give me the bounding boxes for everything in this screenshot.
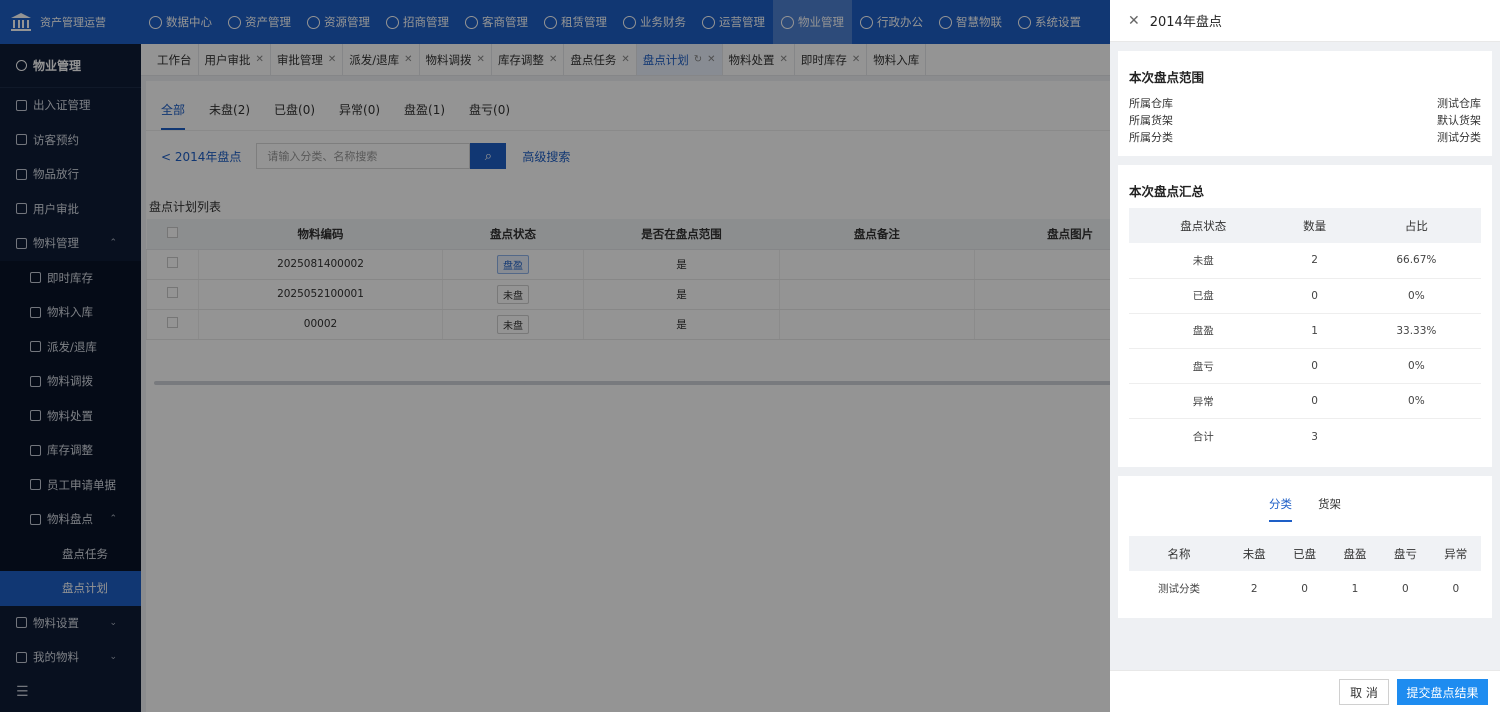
scope-key: 所属货架 [1129,114,1173,127]
summary-row: 未盘 2 66.67% [1129,243,1481,279]
summary-row: 盘亏 0 0% [1129,348,1481,385]
summary-column-header: 占比 [1351,208,1481,243]
breakdown-tabs: 分类 货架 [1118,496,1492,522]
summary-cell: 0% [1351,348,1481,385]
scope-title: 本次盘点范围 [1129,70,1205,85]
submit-result-button[interactable]: 提交盘点结果 [1397,679,1488,705]
summary-table: 盘点状态 数量 占比 未盘 2 66.67% 已盘 0 0% 盘盈 1 33.33% 盘亏 0 0% 异常 0 0… [1129,208,1481,454]
summary-column-header: 数量 [1277,208,1352,243]
breakdown-cell: 2 [1250,582,1258,595]
summary-card: 本次盘点汇总 盘点状态 数量 占比 未盘 2 66.67% 已盘 0 0% 盘盈 1 33.33% 盘亏… [1118,165,1492,467]
summary-cell: 33.33% [1351,313,1481,350]
summary-cell: 66.67% [1351,243,1481,279]
breakdown-cell: 0 [1402,582,1409,595]
breakdown-table: 名称 未盘 已盘 盘盈 盘亏 异常测试分类 2 0 1 0 0 [1129,536,1481,606]
scope-row: 所属仓库 测试仓库 [1129,95,1481,111]
detail-drawer: ✕ 2014年盘点 本次盘点范围 所属仓库 测试仓库 所属货架 默认货架 所属分类 测试分… [1110,0,1500,712]
summary-row: 异常 0 0% [1129,383,1481,420]
summary-cell: 0 [1277,348,1352,385]
drawer-title: 2014年盘点 [1149,15,1222,30]
summary-cell: 异常 [1129,383,1278,420]
breakdown-tab[interactable]: 货架 [1318,496,1341,522]
breakdown-row: 测试分类 2 0 1 0 0 [1129,571,1481,606]
summary-cell: 未盘 [1129,243,1278,279]
breakdown-card: 分类 货架 名称 未盘 已盘 盘盈 盘亏 异常测试分类 2 0 1 0 0 [1118,476,1492,618]
scope-value: 测试分类 [1437,131,1481,144]
scope-value: 默认货架 [1437,114,1481,127]
summary-cell: 2 [1277,243,1352,279]
summary-row: 已盘 0 0% [1129,278,1481,314]
scope-value: 测试仓库 [1437,97,1481,110]
summary-cell: 0 [1277,383,1352,420]
breakdown-cell: 0 [1301,582,1308,595]
cancel-button[interactable]: 取 消 [1339,679,1389,705]
scope-key: 所属分类 [1129,131,1173,144]
summary-cell: 盘亏 [1129,348,1278,385]
summary-cell [1352,419,1481,454]
breakdown-column-header: 异常 [1430,536,1481,571]
modal-overlay[interactable] [0,0,1110,712]
summary-cell: 合计 [1192,431,1214,444]
breakdown-header-row: 名称 未盘 已盘 盘盈 盘亏 异常 [1129,536,1481,571]
breakdown-cell: 1 [1351,582,1359,595]
summary-cell: 3 [1311,430,1318,443]
breakdown-column-header: 未盘 [1229,536,1280,571]
summary-title: 本次盘点汇总 [1129,184,1205,199]
summary-row: 合计 3 [1129,419,1481,454]
breakdown-column-header: 盘盈 [1329,536,1381,571]
breakdown-column-header: 盘亏 [1380,536,1431,571]
summary-cell: 0% [1351,383,1481,420]
close-icon[interactable]: ✕ [1128,13,1140,29]
breakdown-column-header: 已盘 [1279,536,1330,571]
breakdown-tab[interactable]: 分类 [1269,496,1292,522]
breakdown-cell: 0 [1452,582,1460,595]
scope-card: 本次盘点范围 所属仓库 测试仓库所属货架 默认货架所属分类 测试分类 [1118,51,1492,156]
scope-row: 所属货架 默认货架 [1129,112,1481,128]
summary-column-header: 盘点状态 [1129,208,1278,243]
summary-cell: 0 [1277,278,1352,314]
scope-row: 所属分类 测试分类 [1129,129,1481,145]
summary-row: 盘盈 1 33.33% [1129,313,1481,350]
summary-header-row: 盘点状态 数量 占比 [1129,208,1481,243]
breakdown-column-header: 名称 [1129,536,1229,571]
summary-cell: 盘盈 [1129,313,1278,350]
breakdown-cell: 测试分类 [1158,583,1200,596]
drawer-footer: 取 消 提交盘点结果 [1110,670,1500,712]
summary-cell: 0% [1351,278,1481,314]
drawer-header: ✕ 2014年盘点 [1110,0,1500,42]
summary-cell: 1 [1277,313,1352,350]
summary-cell: 已盘 [1129,278,1278,314]
scope-key: 所属仓库 [1129,97,1173,110]
